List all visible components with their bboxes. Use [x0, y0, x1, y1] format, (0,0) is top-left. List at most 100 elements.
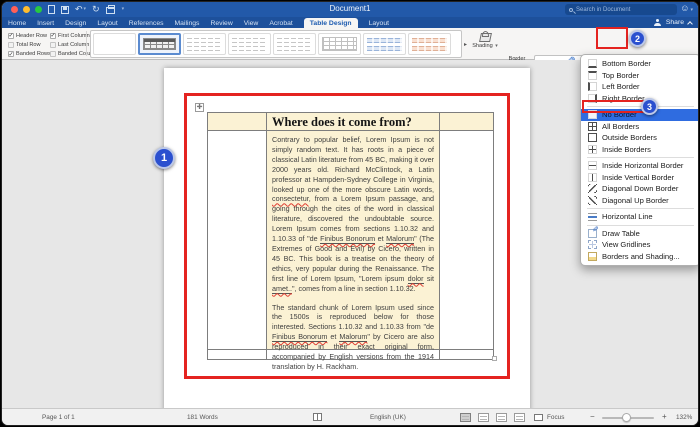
tab-layout[interactable]: Layout — [97, 19, 117, 28]
menu-item-label: Draw Table — [602, 228, 640, 238]
menu-item-top-border[interactable]: Top Border — [581, 70, 698, 82]
menu-item-no-border[interactable]: No Border — [581, 109, 698, 121]
table-style-plain-rows-1[interactable] — [183, 33, 226, 55]
menu-item-inside-borders[interactable]: Inside Borders — [581, 144, 698, 156]
spellcheck-word: Finibus Bonorum — [320, 234, 376, 245]
table-style-grid-table[interactable] — [138, 33, 181, 55]
table-styles-gallery — [90, 30, 462, 58]
tab-design[interactable]: Design — [65, 19, 86, 28]
document-table[interactable]: Where does it come from? Contrary to pop… — [207, 112, 494, 371]
tab-references[interactable]: References — [129, 19, 164, 28]
tab-mailings[interactable]: Mailings — [175, 19, 200, 28]
spellcheck-word: dolor — [407, 273, 424, 284]
title-bar: ↶ ▾ ↻ ▾ Document1 Search in Document ☺▾ — [2, 2, 698, 17]
table-cell[interactable] — [440, 113, 493, 131]
tab-table-design[interactable]: Table Design — [303, 18, 358, 28]
table-cell[interactable] — [208, 350, 267, 359]
menu-item-label: Borders and Shading... — [602, 251, 680, 261]
proofing-icon[interactable] — [313, 413, 322, 421]
table-style-plain-rows-2[interactable] — [228, 33, 271, 55]
focus-toggle[interactable]: Focus — [547, 414, 564, 421]
option-header-row[interactable]: ✓ Header Row — [8, 31, 48, 40]
menu-item-inside-horizontal-border[interactable]: Inside Horizontal Border — [581, 160, 698, 172]
menu-item-bottom-border[interactable]: Bottom Border — [581, 58, 698, 70]
zoom-percentage[interactable]: 132% — [676, 414, 692, 421]
text-run: et — [375, 234, 387, 244]
search-icon — [569, 7, 573, 12]
option-total-row[interactable]: Total Row — [8, 40, 48, 49]
checkbox-checked-icon[interactable]: ✓ — [8, 51, 14, 58]
menu-item-label: Inside Vertical Border — [602, 172, 675, 182]
menu-item-left-border[interactable]: Left Border — [581, 81, 698, 93]
menu-item-diagonal-down-border[interactable]: Diagonal Down Border — [581, 183, 698, 195]
table-resize-handle[interactable] — [492, 356, 497, 361]
table-style-plain[interactable] — [93, 33, 136, 55]
menu-item-borders-and-shading[interactable]: Borders and Shading... — [581, 251, 698, 263]
menu-item-outside-borders[interactable]: Outside Borders — [581, 132, 698, 144]
menu-item-label: Right Border — [602, 93, 645, 103]
search-input[interactable]: Search in Document — [565, 4, 677, 15]
option-label: Total Row — [16, 41, 41, 48]
menu-separator — [587, 157, 694, 158]
b-inh-icon — [588, 161, 597, 171]
table-style-preview — [412, 37, 447, 51]
web-layout-view-icon[interactable] — [478, 413, 489, 422]
tab-view[interactable]: View — [244, 19, 259, 28]
menu-item-label: Bottom Border — [602, 59, 651, 69]
tab-home[interactable]: Home — [8, 19, 26, 28]
paragraph: The standard chunk of Lorem Ipsum used s… — [272, 303, 434, 372]
zoom-slider-knob[interactable] — [622, 413, 631, 422]
checkbox-checked-icon[interactable]: ✓ — [50, 32, 56, 39]
tab-review[interactable]: Review — [210, 19, 232, 28]
table-style-blue-accent[interactable] — [363, 33, 406, 55]
menu-item-all-borders[interactable]: All Borders — [581, 121, 698, 133]
gallery-scroll-icon[interactable]: ▸ — [464, 41, 467, 48]
tab-acrobat[interactable]: Acrobat — [269, 19, 292, 28]
option-banded-rows[interactable]: ✓ Banded Rows — [8, 50, 51, 59]
share-button[interactable]: Share — [666, 19, 684, 26]
feedback-smiley-icon[interactable]: ☺▾ — [680, 3, 693, 13]
menu-item-view-gridlines[interactable]: View Gridlines — [581, 239, 698, 251]
table-cell[interactable] — [440, 131, 493, 350]
menu-item-inside-vertical-border[interactable]: Inside Vertical Border — [581, 172, 698, 184]
table-cell-heading[interactable]: Where does it come from? — [267, 113, 440, 131]
table-cell[interactable] — [208, 113, 267, 131]
menu-item-label: Diagonal Down Border — [602, 184, 679, 194]
table-style-orange-accent[interactable] — [408, 33, 451, 55]
text-run: ", comes from a line in section 1.10.32. — [291, 283, 416, 293]
spellcheck-word: Malorum — [386, 234, 415, 245]
print-layout-view-icon[interactable] — [460, 413, 471, 422]
word-count[interactable]: 181 Words — [187, 414, 218, 421]
zoom-out-button[interactable]: − — [590, 412, 595, 421]
table-cell[interactable] — [440, 350, 493, 359]
callout-badge-1: 1 — [153, 147, 175, 169]
text-run: et — [327, 332, 340, 342]
draft-view-icon[interactable] — [514, 413, 525, 422]
table-cell-body[interactable]: Contrary to popular belief, Lorem Ipsum … — [267, 131, 440, 371]
menu-item-draw-table[interactable]: Draw Table — [581, 228, 698, 240]
zoom-in-button[interactable]: + — [662, 412, 667, 421]
table-move-handle[interactable]: ✚ — [195, 103, 204, 112]
tab-insert[interactable]: Insert — [37, 19, 54, 28]
callout-badge-2: 2 — [629, 30, 646, 47]
collapse-ribbon-icon[interactable] — [687, 20, 693, 27]
checkbox-unchecked-icon[interactable] — [50, 41, 56, 48]
menu-item-right-border[interactable]: Right Border — [581, 93, 698, 105]
word-window: ↶ ▾ ↻ ▾ Document1 Search in Document ☺▾ H… — [1, 1, 699, 426]
menu-item-diagonal-up-border[interactable]: Diagonal Up Border — [581, 195, 698, 207]
checkbox-checked-icon[interactable]: ✓ — [8, 32, 14, 39]
checkbox-unchecked-icon[interactable] — [8, 41, 14, 48]
language-indicator[interactable]: English (UK) — [370, 414, 406, 421]
shading-button[interactable]: Shading ▾ — [470, 31, 500, 50]
checkbox-unchecked-icon[interactable] — [50, 51, 56, 58]
option-label: Last Column — [58, 41, 90, 48]
table-style-plain-rows-3[interactable] — [273, 33, 316, 55]
outline-view-icon[interactable] — [496, 413, 507, 422]
menu-item-horizontal-line[interactable]: Horizontal Line — [581, 211, 698, 223]
table-cell[interactable] — [267, 350, 440, 359]
page-indicator[interactable]: Page 1 of 1 — [42, 414, 75, 421]
table-cell[interactable] — [208, 131, 267, 350]
tab-layout[interactable]: Layout — [369, 19, 389, 28]
table-style-grid-light[interactable] — [318, 33, 361, 55]
status-bar: Page 1 of 1 181 Words English (UK) Focus… — [2, 408, 698, 425]
